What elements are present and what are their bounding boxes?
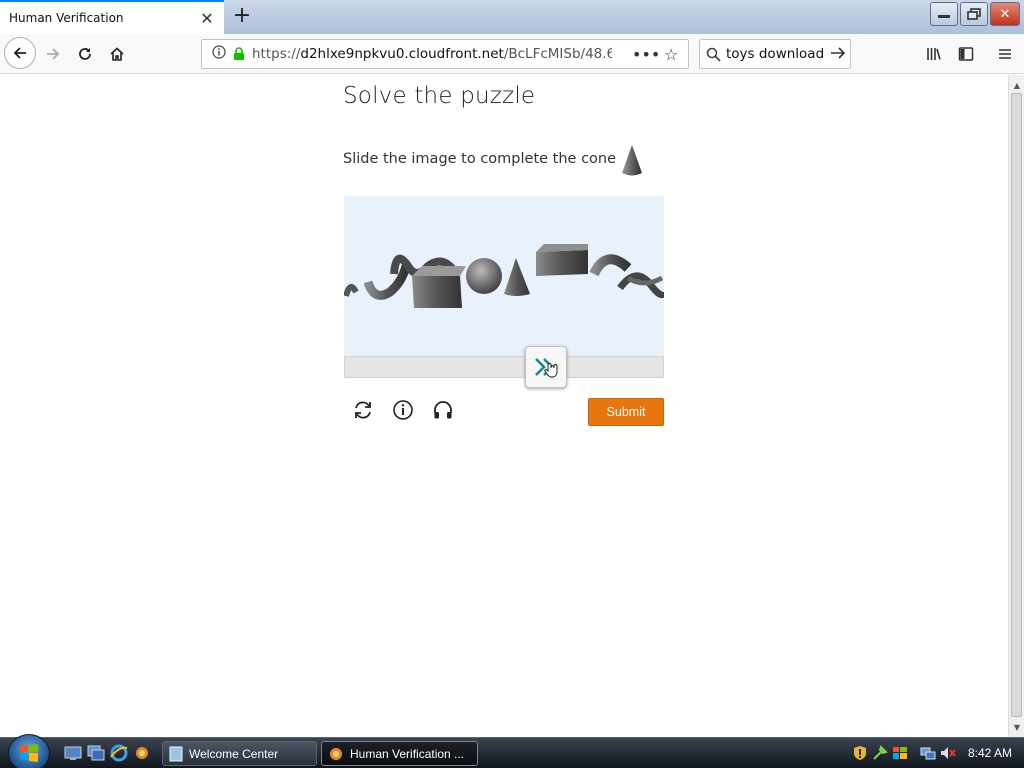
search-icon xyxy=(700,41,726,67)
navigation-toolbar: https://d2hlxe9npkvu0.cloudfront.net/BcL… xyxy=(0,34,1024,74)
show-desktop-icon[interactable] xyxy=(64,744,82,762)
slider-handle[interactable] xyxy=(525,346,567,388)
clock[interactable]: 8:42 AM xyxy=(968,746,1012,760)
taskbar: Welcome Center Human Verification ... 8:… xyxy=(0,734,1024,768)
welcome-center-icon xyxy=(169,746,183,761)
info-icon[interactable] xyxy=(208,45,230,63)
url-text: https://d2hlxe9npkvu0.cloudfront.net/BcL… xyxy=(252,46,612,62)
headphones-icon[interactable] xyxy=(431,398,455,422)
star-icon[interactable]: ☆ xyxy=(658,45,684,64)
sidebar-icon[interactable] xyxy=(951,39,981,69)
page-title: Solve the puzzle xyxy=(343,83,536,109)
cone-icon xyxy=(619,143,645,179)
tools-icon[interactable] xyxy=(872,745,888,761)
taskbar-item-human-verification[interactable]: Human Verification ... xyxy=(321,741,478,766)
network-icon[interactable] xyxy=(920,745,936,761)
taskbar-item-welcome-center[interactable]: Welcome Center xyxy=(162,741,317,766)
restore-icon[interactable] xyxy=(960,2,988,26)
minimize-icon[interactable] xyxy=(930,2,958,26)
window-controls: ✕ xyxy=(930,2,1020,26)
plus-icon[interactable]: + xyxy=(231,5,253,27)
puzzle-controls xyxy=(351,398,455,422)
windows-flag-icon[interactable] xyxy=(892,745,908,761)
tab-title: Human Verification xyxy=(9,11,124,25)
scroll-down-icon[interactable]: ▼ xyxy=(1009,719,1024,735)
reload-icon[interactable] xyxy=(70,39,100,69)
taskbar-item-label: Welcome Center xyxy=(189,746,279,761)
back-icon[interactable] xyxy=(4,37,36,69)
library-icon[interactable] xyxy=(919,39,949,69)
lock-icon xyxy=(230,45,248,63)
tab-human-verification[interactable]: Human Verification ✕ xyxy=(0,0,224,34)
page-content: Solve the puzzle Slide the image to comp… xyxy=(0,75,1008,737)
firefox-quicklaunch-icon[interactable] xyxy=(133,744,151,762)
browser-tabstrip: Human Verification ✕ + ✕ xyxy=(0,0,1024,34)
scrollbar-thumb[interactable] xyxy=(1011,93,1022,717)
more-icon[interactable]: ••• xyxy=(632,45,660,64)
scroll-up-icon[interactable]: ▲ xyxy=(1009,77,1024,93)
system-tray: 8:42 AM xyxy=(852,738,1024,768)
url-host: d2hlxe9npkvu0.cloudfront.net xyxy=(300,46,504,62)
internet-explorer-icon[interactable] xyxy=(110,744,128,762)
volume-muted-icon[interactable] xyxy=(940,745,956,761)
submit-button[interactable]: Submit xyxy=(588,398,664,426)
vertical-scrollbar[interactable]: ▲ ▼ xyxy=(1008,75,1024,737)
search-bar[interactable]: toys download xyxy=(699,39,851,69)
puzzle-image xyxy=(344,196,664,356)
arrow-right-icon[interactable] xyxy=(826,45,850,64)
menu-icon[interactable] xyxy=(990,39,1020,69)
url-path: /BcLFcMISb/48.627 xyxy=(503,46,612,62)
url-prefix: https:// xyxy=(252,46,301,62)
close-icon[interactable]: ✕ xyxy=(198,9,216,28)
search-input[interactable]: toys download xyxy=(726,46,826,62)
forward-icon[interactable] xyxy=(38,39,68,69)
firefox-icon xyxy=(330,747,342,760)
home-icon[interactable] xyxy=(102,39,132,69)
taskbar-item-label: Human Verification ... xyxy=(350,746,465,761)
security-shield-icon[interactable] xyxy=(852,745,868,761)
url-bar[interactable]: https://d2hlxe9npkvu0.cloudfront.net/BcL… xyxy=(201,39,689,69)
info-icon[interactable] xyxy=(391,398,415,422)
double-chevron-icon xyxy=(535,358,558,378)
puzzle-instruction: Slide the image to complete the cone xyxy=(343,151,617,167)
switch-windows-icon[interactable] xyxy=(87,744,105,762)
slider-track[interactable] xyxy=(344,356,664,378)
windows-logo-icon[interactable] xyxy=(8,734,50,768)
window-close-icon[interactable]: ✕ xyxy=(990,2,1020,26)
refresh-icon[interactable] xyxy=(351,398,375,422)
